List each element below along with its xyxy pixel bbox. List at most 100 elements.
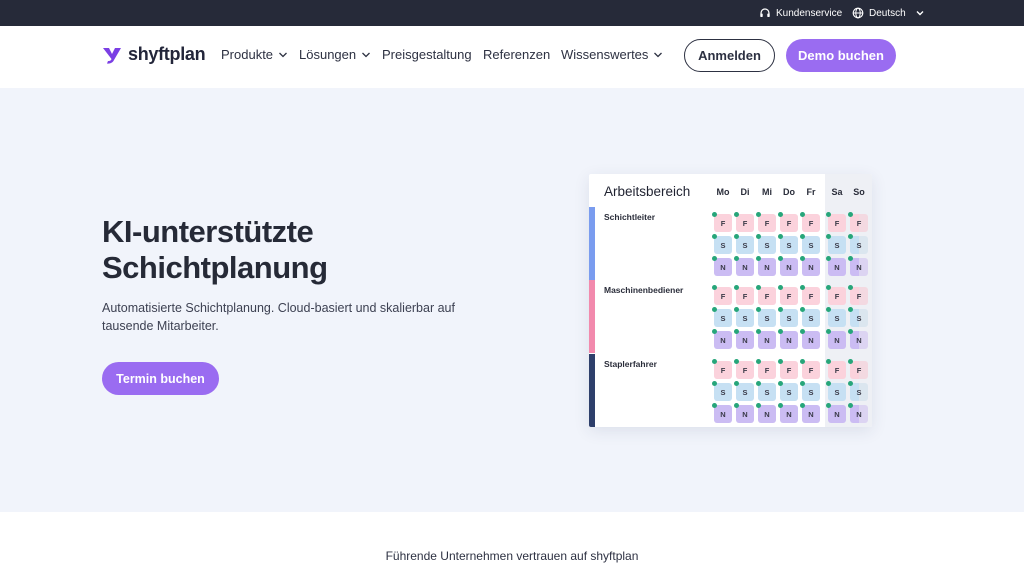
shift-cell[interactable]: F: [712, 212, 732, 232]
day-header-so: So: [853, 187, 865, 197]
shift-cell[interactable]: F: [826, 285, 846, 305]
shift-code: N: [764, 262, 770, 272]
shift-cell[interactable]: N: [756, 329, 776, 349]
assigned-indicator-icon: [848, 234, 853, 239]
shift-cell[interactable]: N: [734, 256, 754, 276]
shift-cell[interactable]: S: [800, 381, 820, 401]
shift-cell[interactable]: S: [800, 234, 820, 254]
shift-cell[interactable]: F: [848, 285, 868, 305]
shift-cell[interactable]: F: [712, 359, 732, 379]
assigned-indicator-icon: [712, 359, 717, 364]
day-header-fr: Fr: [806, 187, 816, 197]
shift-cell[interactable]: S: [712, 381, 732, 401]
shyftplan-logo[interactable]: shyftplan: [102, 44, 206, 65]
shift-cell[interactable]: N: [734, 329, 754, 349]
shift-cell[interactable]: S: [826, 307, 846, 327]
shift-code: S: [720, 387, 726, 397]
shift-cell[interactable]: S: [756, 381, 776, 401]
shift-cell[interactable]: F: [756, 285, 776, 305]
shift-cell[interactable]: N: [712, 329, 732, 349]
shift-cell[interactable]: N: [778, 256, 798, 276]
shift-cell[interactable]: F: [712, 285, 732, 305]
shift-cell[interactable]: F: [778, 359, 798, 379]
shift-code: F: [720, 365, 726, 375]
shift-code: S: [808, 387, 814, 397]
shift-cell[interactable]: N: [778, 403, 798, 423]
nav-item-referenzen[interactable]: Referenzen: [483, 47, 550, 62]
assigned-indicator-icon: [800, 403, 805, 408]
assigned-indicator-icon: [826, 403, 831, 408]
shift-cell[interactable]: S: [756, 234, 776, 254]
shift-cell[interactable]: N: [826, 329, 846, 349]
shift-cell[interactable]: F: [778, 285, 798, 305]
shift-cell[interactable]: N: [800, 403, 820, 423]
assigned-indicator-icon: [734, 212, 739, 217]
shift-cell[interactable]: F: [734, 359, 754, 379]
shift-cell[interactable]: F: [800, 212, 820, 232]
shift-cell[interactable]: S: [734, 307, 754, 327]
shift-cell[interactable]: S: [778, 381, 798, 401]
shift-code: S: [720, 313, 726, 323]
shift-cell[interactable]: S: [826, 381, 846, 401]
shift-cell[interactable]: S: [848, 307, 868, 327]
shift-cell[interactable]: F: [734, 285, 754, 305]
shift-cell[interactable]: N: [826, 403, 846, 423]
nav-item-produkte[interactable]: Produkte: [221, 47, 288, 62]
shift-cell[interactable]: F: [826, 212, 846, 232]
shift-cell[interactable]: S: [734, 234, 754, 254]
shift-cell[interactable]: S: [778, 307, 798, 327]
shift-cell[interactable]: N: [778, 329, 798, 349]
shift-cell[interactable]: S: [778, 234, 798, 254]
book-demo-button[interactable]: Demo buchen: [786, 39, 896, 72]
nav-item-wissenswertes[interactable]: Wissenswertes: [561, 47, 663, 62]
shift-cell[interactable]: S: [800, 307, 820, 327]
shift-code: S: [808, 313, 814, 323]
language-selector[interactable]: Deutsch: [852, 0, 926, 26]
shift-cell[interactable]: F: [848, 212, 868, 232]
shift-code: F: [834, 218, 840, 228]
shift-cell[interactable]: S: [848, 381, 868, 401]
shift-cell[interactable]: N: [800, 256, 820, 276]
shift-cell[interactable]: S: [712, 234, 732, 254]
shift-cell[interactable]: S: [734, 381, 754, 401]
nav-item-label: Lösungen: [299, 47, 357, 62]
shift-cell[interactable]: S: [826, 234, 846, 254]
shift-cell[interactable]: F: [826, 359, 846, 379]
shift-cell[interactable]: F: [734, 212, 754, 232]
shift-code: F: [764, 291, 770, 301]
shift-cell[interactable]: N: [734, 403, 754, 423]
shift-cell[interactable]: F: [756, 359, 776, 379]
shift-cell[interactable]: F: [778, 212, 798, 232]
shift-cell[interactable]: F: [848, 359, 868, 379]
shift-cell[interactable]: S: [848, 234, 868, 254]
schedule-preview-card: Arbeitsbereich Mo Di Mi Do Fr Sa So Schichtleit…: [589, 174, 872, 427]
assigned-indicator-icon: [756, 285, 761, 290]
shift-cell[interactable]: F: [756, 212, 776, 232]
shift-cell[interactable]: N: [712, 256, 732, 276]
shift-code: N: [786, 335, 792, 345]
book-appointment-button[interactable]: Termin buchen: [102, 362, 219, 395]
nav-item-preisgestaltung[interactable]: Preisgestaltung: [382, 47, 472, 62]
shift-cell[interactable]: S: [756, 307, 776, 327]
shift-cell[interactable]: F: [800, 285, 820, 305]
login-button[interactable]: Anmelden: [684, 39, 775, 72]
assigned-indicator-icon: [778, 212, 783, 217]
nav-item-loesungen[interactable]: Lösungen: [299, 47, 371, 62]
shift-cell[interactable]: N: [712, 403, 732, 423]
shift-cell[interactable]: N: [800, 329, 820, 349]
shift-cell[interactable]: N: [848, 329, 868, 349]
shift-cell[interactable]: N: [848, 403, 868, 423]
assigned-indicator-icon: [778, 234, 783, 239]
shift-cell[interactable]: N: [756, 256, 776, 276]
shift-code: F: [834, 291, 840, 301]
hero-headline: KI-unterstützte Schichtplanung: [102, 214, 328, 286]
shift-cell[interactable]: F: [800, 359, 820, 379]
assigned-indicator-icon: [848, 212, 853, 217]
shift-cell[interactable]: N: [848, 256, 868, 276]
shift-code: F: [834, 365, 840, 375]
shift-cell[interactable]: N: [756, 403, 776, 423]
hero-subtext: Automatisierte Schichtplanung. Cloud-bas…: [102, 301, 455, 333]
customer-service-link[interactable]: Kundenservice: [759, 0, 842, 26]
shift-cell[interactable]: N: [826, 256, 846, 276]
shift-cell[interactable]: S: [712, 307, 732, 327]
